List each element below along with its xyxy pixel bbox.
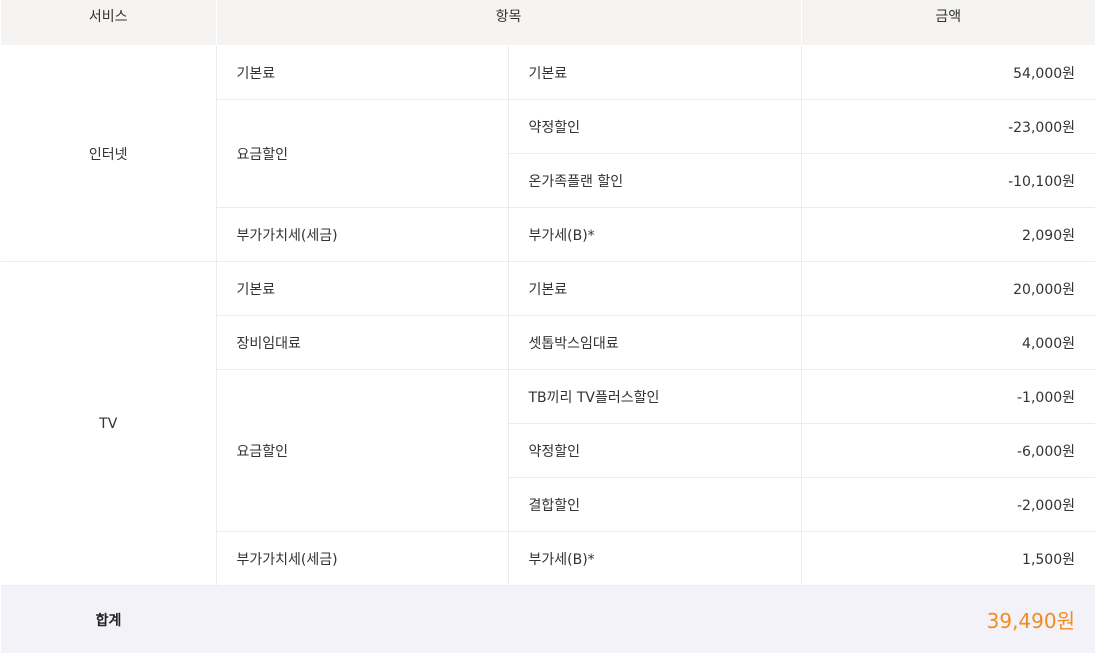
category-cell: 요금할인 (215, 369, 508, 532)
total-amount: 39,490원 (801, 585, 1095, 653)
category-cell: 장비임대료 (215, 315, 508, 370)
amount-cell: -10,100원 (800, 153, 1095, 208)
item-cell: 기본료 (507, 45, 802, 100)
amount-cell: 4,000원 (800, 315, 1095, 370)
item-cell: 약정할인 (507, 99, 802, 154)
table-row: 인터넷 기본료 기본료 54,000원 (1, 45, 1095, 262)
table-row: TV 기본료 기본료 20,000원 (1, 261, 1095, 586)
category-cell: 기본료 (215, 261, 508, 316)
amount-cell: 1,500원 (800, 531, 1095, 586)
category-cell: 부가가치세(세금) (215, 531, 508, 586)
header-service: 서비스 (1, 0, 216, 46)
amount-cell: -2,000원 (800, 477, 1095, 532)
amount-cell: 20,000원 (800, 261, 1095, 316)
item-cell: TB끼리 TV플러스할인 (507, 369, 802, 424)
item-cell: 약정할인 (507, 423, 802, 478)
total-spacer (216, 585, 802, 653)
amount-cell: -23,000원 (800, 99, 1095, 154)
item-cell: 결합할인 (507, 477, 802, 532)
service-tv: TV (1, 261, 216, 586)
total-row: 합계 39,490원 (1, 585, 1095, 653)
item-cell: 온가족플랜 할인 (507, 153, 802, 208)
total-label: 합계 (1, 585, 216, 653)
amount-cell: -1,000원 (800, 369, 1095, 424)
category-cell: 기본료 (215, 45, 508, 100)
category-cell: 요금할인 (215, 99, 508, 208)
bill-table: 서비스 항목 금액 인터넷 기본료 기본료 54,000원 요금할인 약정할인 … (1, 0, 1095, 653)
amount-cell: -6,000원 (800, 423, 1095, 478)
header-amount: 금액 (800, 0, 1095, 46)
service-internet: 인터넷 (1, 45, 216, 262)
amount-cell: 2,090원 (800, 207, 1095, 262)
amount-cell: 54,000원 (800, 45, 1095, 100)
category-cell: 부가가치세(세금) (215, 207, 508, 262)
item-cell: 부가세(B)* (507, 207, 802, 262)
item-cell: 기본료 (507, 261, 802, 316)
header-item: 항목 (215, 0, 802, 46)
item-cell: 셋톱박스임대료 (507, 315, 802, 370)
table-header-row: 서비스 항목 금액 (1, 0, 1095, 46)
item-cell: 부가세(B)* (507, 531, 802, 586)
